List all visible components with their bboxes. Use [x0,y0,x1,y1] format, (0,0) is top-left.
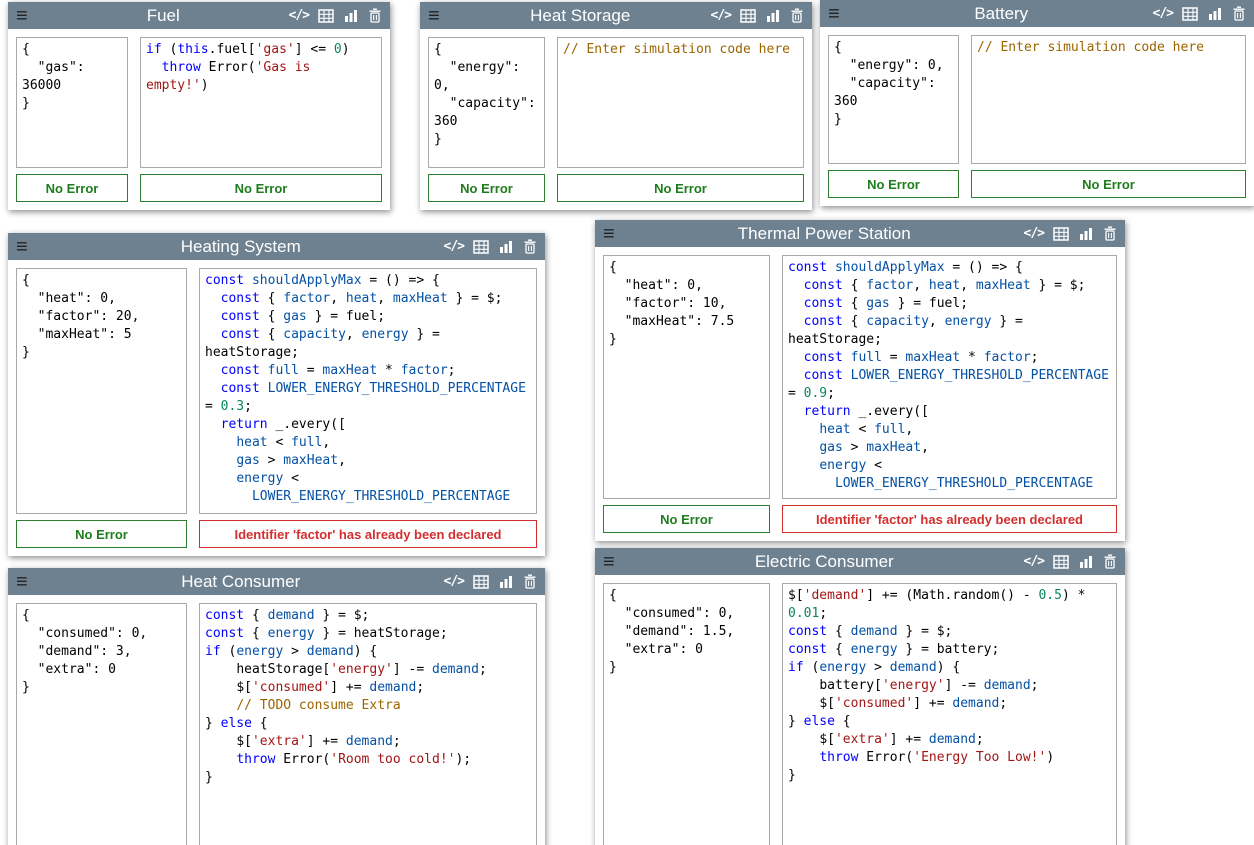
menu-icon[interactable]: ≡ [603,552,625,572]
panel-fuel: ≡ Fuel </> { "gas": 36000 } if (this.fue… [8,2,390,210]
state-editor[interactable]: { "energy": 0, "capacity": 360 } [428,37,545,168]
menu-icon[interactable]: ≡ [428,6,450,26]
code-status-badge[interactable]: Identifier 'factor' has already been dec… [199,520,537,548]
code-view-icon[interactable]: </> [289,8,309,23]
header-icon-group: </> [711,8,804,23]
state-editor[interactable]: { "gas": 36000 } [16,37,128,168]
panel-title: Electric Consumer [625,552,1024,572]
code-status-badge[interactable]: No Error [140,174,382,202]
panel-body: { "energy": 0, "capacity": 360 } // Ente… [420,29,812,174]
chart-view-icon[interactable] [1207,7,1223,21]
trash-icon[interactable] [523,574,537,589]
trash-icon[interactable] [368,8,382,23]
menu-icon[interactable]: ≡ [16,6,38,26]
status-row: No Error Identifier 'factor' has already… [595,505,1125,541]
panel-title: Heat Storage [450,6,711,26]
header-icon-group: </> [444,239,537,254]
panel-header[interactable]: ≡ Heating System </> [8,233,545,260]
chart-view-icon[interactable] [1078,227,1094,241]
chart-view-icon[interactable] [498,575,514,589]
code-view-icon[interactable]: </> [711,8,731,23]
state-status-badge[interactable]: No Error [428,174,545,202]
state-status-badge[interactable]: No Error [16,520,187,548]
status-row: No Error No Error [8,174,390,210]
panel-header[interactable]: ≡ Electric Consumer </> [595,548,1125,575]
chart-view-icon[interactable] [343,9,359,23]
panel-heating-system: ≡ Heating System </> { "heat": 0, "facto… [8,233,545,556]
panel-title: Fuel [38,6,289,26]
state-editor[interactable]: { "energy": 0, "capacity": 360 } [828,35,959,164]
code-view-icon[interactable]: </> [444,574,464,589]
code-status-badge[interactable]: No Error [557,174,804,202]
table-view-icon[interactable] [473,240,489,254]
code-view-icon[interactable]: </> [444,239,464,254]
status-row: No Error No Error [420,174,812,210]
code-editor[interactable]: const { demand } = $; const { energy } =… [199,603,537,845]
chart-view-icon[interactable] [498,240,514,254]
menu-icon[interactable]: ≡ [603,224,625,244]
table-view-icon[interactable] [1182,7,1198,21]
header-icon-group: </> [289,8,382,23]
chart-view-icon[interactable] [765,9,781,23]
panel-heat-storage: ≡ Heat Storage </> { "energy": 0, "capac… [420,2,812,210]
chart-view-icon[interactable] [1078,555,1094,569]
panel-battery: ≡ Battery </> { "energy": 0, "capacity":… [820,0,1254,206]
code-editor[interactable]: // Enter simulation code here [557,37,804,168]
code-view-icon[interactable]: </> [1024,554,1044,569]
header-icon-group: </> [1024,226,1117,241]
panel-body: { "heat": 0, "factor": 10, "maxHeat": 7.… [595,247,1125,505]
panel-title: Heating System [38,237,444,257]
trash-icon[interactable] [523,239,537,254]
panel-electric-consumer: ≡ Electric Consumer </> { "consumed": 0,… [595,548,1125,845]
state-status-badge[interactable]: No Error [16,174,128,202]
state-editor[interactable]: { "consumed": 0, "demand": 1.5, "extra":… [603,583,770,845]
panel-header[interactable]: ≡ Fuel </> [8,2,390,29]
menu-icon[interactable]: ≡ [828,4,850,24]
menu-icon[interactable]: ≡ [16,237,38,257]
status-row: No Error Identifier 'factor' has already… [8,520,545,556]
code-status-badge[interactable]: No Error [971,170,1246,198]
trash-icon[interactable] [1232,6,1246,21]
panel-heat-consumer: ≡ Heat Consumer </> { "consumed": 0, "de… [8,568,545,845]
menu-icon[interactable]: ≡ [16,572,38,592]
table-view-icon[interactable] [740,9,756,23]
panel-body: { "consumed": 0, "demand": 1.5, "extra":… [595,575,1125,845]
code-status-badge[interactable]: Identifier 'factor' has already been dec… [782,505,1117,533]
code-editor[interactable]: const shouldApplyMax = () => { const { f… [199,268,537,514]
table-view-icon[interactable] [1053,555,1069,569]
code-editor[interactable]: const shouldApplyMax = () => { const { f… [782,255,1117,499]
panel-title: Heat Consumer [38,572,444,592]
code-editor[interactable]: $['demand'] += (Math.random() - 0.5) * 0… [782,583,1117,845]
panel-thermal-power-station: ≡ Thermal Power Station </> { "heat": 0,… [595,220,1125,541]
status-row: No Error No Error [820,170,1254,206]
trash-icon[interactable] [790,8,804,23]
table-view-icon[interactable] [1053,227,1069,241]
table-view-icon[interactable] [473,575,489,589]
state-status-badge[interactable]: No Error [828,170,959,198]
panel-title: Thermal Power Station [625,224,1024,244]
trash-icon[interactable] [1103,554,1117,569]
state-editor[interactable]: { "consumed": 0, "demand": 3, "extra": 0… [16,603,187,845]
panel-body: { "consumed": 0, "demand": 3, "extra": 0… [8,595,545,845]
panel-header[interactable]: ≡ Thermal Power Station </> [595,220,1125,247]
panel-body: { "gas": 36000 } if (this.fuel['gas'] <=… [8,29,390,174]
panel-body: { "energy": 0, "capacity": 360 } // Ente… [820,27,1254,170]
header-icon-group: </> [444,574,537,589]
header-icon-group: </> [1153,6,1246,21]
state-status-badge[interactable]: No Error [603,505,770,533]
state-editor[interactable]: { "heat": 0, "factor": 20, "maxHeat": 5 … [16,268,187,514]
code-view-icon[interactable]: </> [1024,226,1044,241]
panel-header[interactable]: ≡ Battery </> [820,0,1254,27]
panel-title: Battery [850,4,1153,24]
panel-header[interactable]: ≡ Heat Storage </> [420,2,812,29]
code-editor[interactable]: if (this.fuel['gas'] <= 0) throw Error('… [140,37,382,168]
trash-icon[interactable] [1103,226,1117,241]
code-editor[interactable]: // Enter simulation code here [971,35,1246,164]
state-editor[interactable]: { "heat": 0, "factor": 10, "maxHeat": 7.… [603,255,770,499]
header-icon-group: </> [1024,554,1117,569]
panel-body: { "heat": 0, "factor": 20, "maxHeat": 5 … [8,260,545,520]
panel-header[interactable]: ≡ Heat Consumer </> [8,568,545,595]
code-view-icon[interactable]: </> [1153,6,1173,21]
table-view-icon[interactable] [318,9,334,23]
